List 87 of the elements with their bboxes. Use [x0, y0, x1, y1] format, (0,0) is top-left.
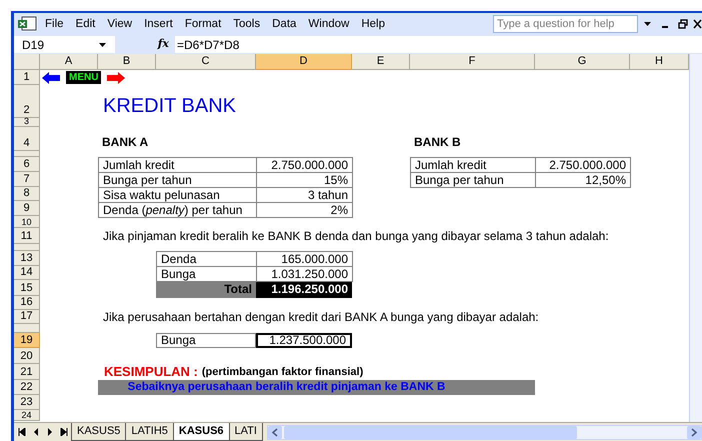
- row-header[interactable]: 16: [14, 296, 40, 310]
- selected-cell[interactable]: 1.237.500.000: [256, 333, 352, 348]
- row-header[interactable]: 15: [14, 280, 40, 296]
- menu-item[interactable]: Edit: [70, 16, 100, 32]
- table-cell: Bunga per tahun: [411, 173, 536, 188]
- sheet-tab[interactable]: LATIH5: [125, 423, 174, 441]
- row-header[interactable]: 10: [14, 216, 40, 228]
- next-sheet-icon[interactable]: [60, 428, 68, 436]
- formula-field[interactable]: =D6*D7*D8: [175, 36, 702, 53]
- row-header[interactable]: 21: [14, 364, 40, 380]
- table-cell: Sisa waktu pelunasan: [99, 188, 257, 203]
- menu-item[interactable]: Insert: [139, 16, 178, 32]
- column-header[interactable]: H: [630, 54, 689, 70]
- column-header[interactable]: B: [98, 54, 156, 70]
- row-header[interactable]: 9: [14, 201, 40, 216]
- row-header[interactable]: 11: [14, 228, 40, 244]
- dropdown-caret-icon[interactable]: [643, 21, 652, 27]
- sheet-tab[interactable]: KASUS6: [172, 423, 230, 441]
- column-header[interactable]: A: [40, 54, 98, 70]
- column-header[interactable]: E: [352, 54, 410, 70]
- restore-icon[interactable]: [678, 19, 688, 29]
- menu-item[interactable]: Help: [356, 16, 390, 32]
- spreadsheet-icon: [16, 16, 38, 32]
- note-text: Jika pinjaman kredit beralih ke BANK B denda dan bunga yang dibayar selama 3 tahun adalah:: [102, 228, 609, 245]
- name-box[interactable]: D19: [14, 36, 115, 53]
- row-header[interactable]: 3: [14, 118, 40, 127]
- row-header[interactable]: 23: [14, 395, 40, 410]
- section-heading: BANK B: [413, 134, 461, 151]
- table-cell: 12,50%: [536, 173, 631, 188]
- next-sheet-icon[interactable]: [46, 428, 54, 436]
- row-header[interactable]: 22: [14, 380, 40, 395]
- total-value: 1.196.250.000: [256, 282, 352, 298]
- total-label: Total: [156, 282, 256, 298]
- menu-item[interactable]: Window: [303, 16, 354, 32]
- conclusion-bar: Sebaiknya perusahaan beralih kredit pinjaman ke BANK B: [98, 380, 535, 395]
- row-header[interactable]: 13: [14, 251, 40, 266]
- menu-item[interactable]: File: [40, 16, 69, 32]
- scroll-left-icon[interactable]: [268, 426, 282, 438]
- row-header[interactable]: 20: [14, 348, 40, 364]
- table-cell: 15%: [257, 173, 353, 188]
- table-cell: Jumlah kredit: [411, 158, 536, 173]
- menu-button[interactable]: MENU: [66, 71, 102, 84]
- help-search-field[interactable]: Type a question for help: [493, 15, 638, 33]
- scroll-right-icon[interactable]: [687, 426, 701, 438]
- column-header[interactable]: F: [410, 54, 535, 70]
- menu-item[interactable]: Format: [180, 16, 226, 32]
- sheet-tab[interactable]: LATI: [228, 423, 263, 441]
- row-header[interactable]: 1: [14, 70, 40, 85]
- table-cell: Bunga per tahun: [99, 173, 257, 188]
- conclusion-note: (pertimbangan faktor finansial): [202, 364, 364, 380]
- row-header[interactable]: 2: [14, 85, 40, 118]
- section-heading: BANK A: [101, 134, 148, 151]
- row-header[interactable]: 14: [14, 266, 40, 280]
- note-text: Jika perusahaan bertahan dengan kredit dari BANK A bunga yang dibayar adalah:: [102, 309, 539, 326]
- table-cell: Denda: [157, 252, 257, 267]
- previous-sheet-icon[interactable]: [32, 428, 40, 436]
- row-header[interactable]: 4: [14, 127, 40, 151]
- table-cell: 2.750.000.000: [257, 158, 353, 173]
- menu-item[interactable]: Data: [267, 16, 302, 32]
- row-header[interactable]: 24: [14, 410, 40, 421]
- left-arrow-icon[interactable]: [42, 72, 60, 84]
- table-cell: 165.000.000: [257, 252, 353, 267]
- table-cell: Jumlah kredit: [99, 158, 257, 173]
- row-header[interactable]: 7: [14, 172, 40, 187]
- sheet-tab[interactable]: KASUS5: [71, 423, 126, 441]
- table-cell: Denda (penalty) per tahun: [99, 203, 257, 218]
- table-cell: Bunga: [156, 333, 256, 348]
- right-arrow-icon[interactable]: [107, 72, 126, 84]
- row-header[interactable]: 19: [14, 333, 40, 348]
- row-header[interactable]: 8: [14, 187, 40, 201]
- previous-sheet-icon[interactable]: [18, 428, 26, 436]
- function-label[interactable]: fx: [115, 36, 175, 53]
- table-cell: 2.750.000.000: [536, 158, 631, 173]
- menu-item[interactable]: Tools: [228, 16, 266, 32]
- table-cell: 3 tahun: [257, 188, 353, 203]
- row-header[interactable]: 6: [14, 157, 40, 172]
- column-header[interactable]: D: [256, 54, 352, 70]
- conclusion-label: KESIMPULAN :: [104, 363, 198, 382]
- menu-item[interactable]: View: [102, 16, 138, 32]
- table-cell: 2%: [257, 203, 353, 218]
- vertical-scrollbar[interactable]: [689, 54, 702, 422]
- column-header[interactable]: G: [535, 54, 630, 70]
- column-header[interactable]: C: [156, 54, 256, 70]
- dropdown-caret-icon[interactable]: [98, 42, 107, 48]
- sheet-title: KREDIT BANK: [102, 94, 236, 118]
- close-icon[interactable]: [693, 19, 702, 29]
- row-header[interactable]: 17: [14, 310, 40, 324]
